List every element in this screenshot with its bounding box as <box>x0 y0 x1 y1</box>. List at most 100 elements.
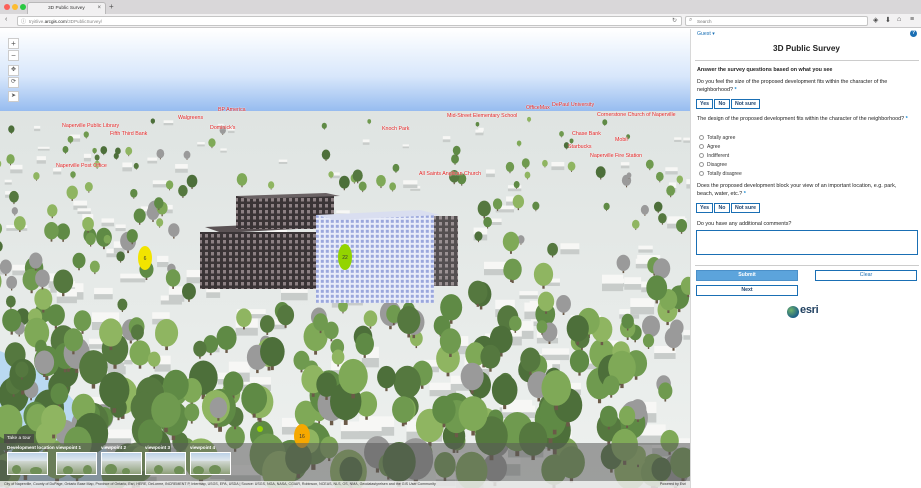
house-roof <box>602 274 624 284</box>
next-button[interactable]: Next <box>696 285 798 296</box>
search-box[interactable]: ⌕ <box>685 16 868 26</box>
zoom-out-button[interactable]: − <box>8 50 19 61</box>
poi-label[interactable]: Starbucks <box>568 144 592 150</box>
poi-label[interactable]: All Saints Anglican Church <box>419 171 481 177</box>
tree-crown <box>474 231 483 241</box>
poi-label[interactable]: OfficeMax <box>526 105 550 111</box>
close-window-button[interactable] <box>4 4 10 10</box>
poi-label[interactable]: Walgreens <box>178 115 203 121</box>
q3-yes-button[interactable]: Yes <box>696 203 713 213</box>
house-roof <box>10 164 23 170</box>
house-roof <box>638 245 653 250</box>
q1-no-button[interactable]: No <box>714 99 730 109</box>
guest-user-menu[interactable]: Guest ▾ <box>697 31 715 37</box>
poi-label[interactable]: DePaul University <box>552 102 594 108</box>
tree-crown <box>193 340 207 357</box>
q3-not-sure-button[interactable]: Not sure <box>731 203 760 213</box>
tree-crown <box>513 181 520 189</box>
house-wall <box>94 294 113 300</box>
house <box>147 157 158 164</box>
comments-textarea[interactable] <box>696 230 918 255</box>
poi-label[interactable]: Dominick's <box>210 125 235 131</box>
tree-crown <box>468 280 488 304</box>
info-icon[interactable]: ⓘ <box>21 18 26 25</box>
submit-button[interactable]: Submit <box>696 270 798 281</box>
zoom-in-button[interactable]: + <box>8 38 19 49</box>
house-roof <box>94 287 113 295</box>
q2-option-totally-disagree[interactable]: Totally disagree <box>699 171 742 177</box>
house-wall <box>403 184 418 189</box>
minimize-window-button[interactable] <box>12 4 18 10</box>
browser-tab[interactable]: 3D Public Survey × <box>27 2 106 14</box>
download-icon[interactable]: ⬇ <box>885 16 891 24</box>
back-icon[interactable]: ‹ <box>5 16 7 23</box>
tree-crown <box>33 172 40 180</box>
q2-option-indifferent[interactable]: Indifferent <box>699 153 729 159</box>
reload-icon[interactable]: ↻ <box>672 17 677 24</box>
clear-button[interactable]: Clear <box>815 270 917 281</box>
tree-crown <box>236 173 248 186</box>
url-text: tryitlive.arcgis.com/3DPublicSurvey/ <box>29 18 103 24</box>
poi-label[interactable]: Naperville Public Library <box>62 123 119 129</box>
poi-label[interactable]: BP America <box>218 107 246 113</box>
small-green-marker[interactable] <box>257 426 263 432</box>
rotate-mode-icon[interactable]: ⟳ <box>8 77 19 88</box>
new-tab-button[interactable]: + <box>109 2 114 11</box>
menu-icon[interactable]: ≡ <box>910 16 914 23</box>
tab-close-icon[interactable]: × <box>97 5 101 11</box>
tree-crown <box>73 310 92 332</box>
poi-label[interactable]: Cornerstone Church of Naperville <box>597 112 676 118</box>
tree-crown <box>569 349 590 373</box>
powered-by-link[interactable]: Powered by Esri <box>660 481 686 488</box>
take-a-tour-tab[interactable]: Take a tour <box>4 434 34 443</box>
poi-label[interactable]: Knoch Park <box>382 126 409 132</box>
tree-crown <box>63 328 84 352</box>
house <box>403 180 418 189</box>
survey-marker-6[interactable]: 6 <box>138 246 152 270</box>
q2-option-totally-agree[interactable]: Totally agree <box>699 135 735 141</box>
tree-crown <box>626 172 632 179</box>
tree-crown <box>130 188 138 198</box>
marker-label: 22 <box>342 255 348 261</box>
house-wall <box>654 353 676 359</box>
poi-label[interactable]: Naperville Post Office <box>56 163 107 169</box>
pan-mode-icon[interactable]: ✥ <box>8 65 19 76</box>
tree-crown <box>376 174 386 187</box>
tree-crown <box>131 324 144 340</box>
scene-canvas[interactable]: 6 22 16 <box>0 29 690 488</box>
poi-label[interactable]: Fifth Third Bank <box>110 131 147 137</box>
tree-crown <box>631 219 640 229</box>
zoom-window-button[interactable] <box>20 4 26 10</box>
q1-yes-button[interactable]: Yes <box>696 99 713 109</box>
tree-crown <box>0 259 12 274</box>
poi-label[interactable]: Mobil <box>615 137 628 143</box>
esri-logo: esri <box>787 304 827 319</box>
url-bar[interactable]: ⓘ tryitlive.arcgis.com/3DPublicSurvey/ ↻ <box>17 16 682 26</box>
poi-label[interactable]: Mid-Street Elementary School <box>447 113 517 119</box>
tree-crown <box>532 201 540 211</box>
house-roof <box>36 156 46 161</box>
tree-crown <box>241 382 268 414</box>
poi-label[interactable]: Chase Bank <box>572 131 601 137</box>
q2-option-agree[interactable]: Agree <box>699 144 720 150</box>
house-wall <box>157 262 169 268</box>
search-input[interactable] <box>697 17 857 26</box>
esri-wordmark: esri <box>800 304 819 316</box>
q1-not-sure-button[interactable]: Not sure <box>731 99 760 109</box>
survey-marker-22[interactable]: 22 <box>338 244 352 270</box>
tree-crown <box>100 146 108 155</box>
q3-no-button[interactable]: No <box>714 203 730 213</box>
house-roof <box>483 261 508 270</box>
pocket-icon[interactable]: ◈ <box>873 16 878 24</box>
q2-option-disagree[interactable]: Disagree <box>699 162 727 168</box>
tree-crown <box>527 116 532 122</box>
tree-crown <box>165 180 174 190</box>
3d-scene-view[interactable]: 6 22 16 + − ✥ ⟳ ➤ BP America OfficeMax D… <box>0 29 690 488</box>
house <box>638 245 653 253</box>
tree-crown <box>547 242 558 256</box>
tree-crown <box>11 207 18 215</box>
help-icon[interactable]: ? <box>910 30 917 37</box>
home-icon[interactable]: ⌂ <box>897 16 901 23</box>
compass-icon[interactable]: ➤ <box>8 91 19 102</box>
poi-label[interactable]: Naperville Fire Station <box>590 153 642 159</box>
